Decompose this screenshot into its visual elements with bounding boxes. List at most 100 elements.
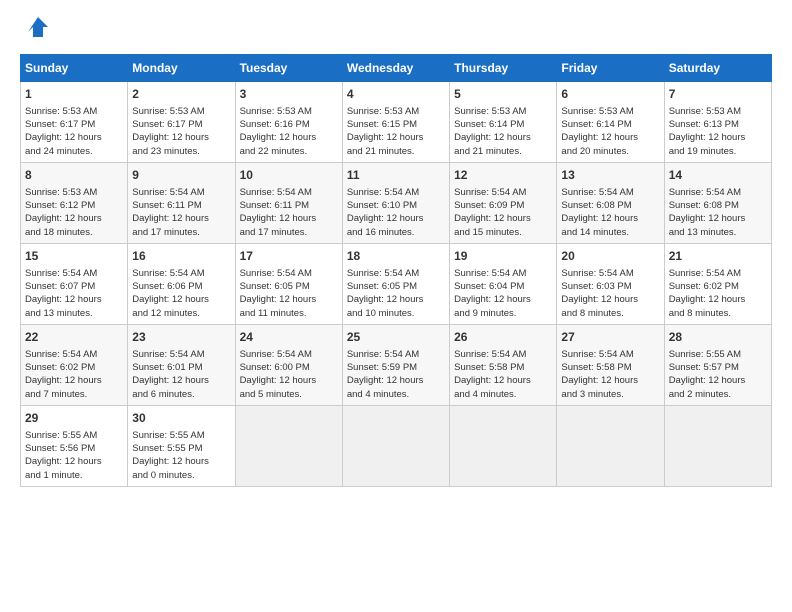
cell-line: Daylight: 12 hours <box>561 293 659 306</box>
calendar-cell <box>235 405 342 486</box>
calendar-week-row: 15Sunrise: 5:54 AMSunset: 6:07 PMDayligh… <box>21 243 772 324</box>
calendar-cell: 13Sunrise: 5:54 AMSunset: 6:08 PMDayligh… <box>557 162 664 243</box>
cell-line: Daylight: 12 hours <box>347 374 445 387</box>
header-day: Wednesday <box>342 55 449 82</box>
cell-line: Sunrise: 5:53 AM <box>561 105 659 118</box>
calendar-cell: 17Sunrise: 5:54 AMSunset: 6:05 PMDayligh… <box>235 243 342 324</box>
cell-line: Daylight: 12 hours <box>240 374 338 387</box>
cell-line: Sunset: 6:11 PM <box>132 199 230 212</box>
cell-line: Sunrise: 5:54 AM <box>240 348 338 361</box>
cell-line: and 13 minutes. <box>25 307 123 320</box>
page: SundayMondayTuesdayWednesdayThursdayFrid… <box>0 0 792 497</box>
day-number: 22 <box>25 329 123 346</box>
cell-line: Sunset: 5:56 PM <box>25 442 123 455</box>
cell-line: and 17 minutes. <box>240 226 338 239</box>
cell-line: Daylight: 12 hours <box>454 212 552 225</box>
cell-line: and 13 minutes. <box>669 226 767 239</box>
day-number: 7 <box>669 86 767 103</box>
cell-line: Sunrise: 5:54 AM <box>561 186 659 199</box>
cell-line: Sunset: 6:17 PM <box>132 118 230 131</box>
cell-line: Daylight: 12 hours <box>669 212 767 225</box>
calendar-cell: 4Sunrise: 5:53 AMSunset: 6:15 PMDaylight… <box>342 82 449 163</box>
day-number: 8 <box>25 167 123 184</box>
cell-line: Sunset: 6:01 PM <box>132 361 230 374</box>
cell-line: and 10 minutes. <box>347 307 445 320</box>
calendar-body: 1Sunrise: 5:53 AMSunset: 6:17 PMDaylight… <box>21 82 772 487</box>
calendar-cell: 5Sunrise: 5:53 AMSunset: 6:14 PMDaylight… <box>450 82 557 163</box>
cell-line: Daylight: 12 hours <box>347 212 445 225</box>
cell-line: Daylight: 12 hours <box>25 131 123 144</box>
calendar-week-row: 29Sunrise: 5:55 AMSunset: 5:56 PMDayligh… <box>21 405 772 486</box>
cell-line: Daylight: 12 hours <box>561 374 659 387</box>
cell-line: Daylight: 12 hours <box>561 212 659 225</box>
cell-line: and 9 minutes. <box>454 307 552 320</box>
cell-line: and 21 minutes. <box>454 145 552 158</box>
cell-line: Sunrise: 5:54 AM <box>25 267 123 280</box>
cell-line: and 20 minutes. <box>561 145 659 158</box>
day-number: 4 <box>347 86 445 103</box>
cell-line: Sunset: 6:04 PM <box>454 280 552 293</box>
cell-line: and 15 minutes. <box>454 226 552 239</box>
cell-line: Sunrise: 5:54 AM <box>347 348 445 361</box>
cell-line: Sunset: 5:58 PM <box>561 361 659 374</box>
cell-line: Daylight: 12 hours <box>240 131 338 144</box>
cell-line: Sunrise: 5:54 AM <box>132 348 230 361</box>
calendar-cell: 7Sunrise: 5:53 AMSunset: 6:13 PMDaylight… <box>664 82 771 163</box>
header-row: SundayMondayTuesdayWednesdayThursdayFrid… <box>21 55 772 82</box>
calendar-cell: 9 Sunrise: 5:54 AMSunset: 6:11 PMDaylight… <box>128 162 235 243</box>
calendar-cell: 29Sunrise: 5:55 AMSunset: 5:56 PMDayligh… <box>21 405 128 486</box>
day-number: 25 <box>347 329 445 346</box>
cell-line: Daylight: 12 hours <box>132 374 230 387</box>
cell-line: Daylight: 12 hours <box>132 212 230 225</box>
cell-line: Sunset: 6:14 PM <box>561 118 659 131</box>
calendar-cell: 23Sunrise: 5:54 AMSunset: 6:01 PMDayligh… <box>128 324 235 405</box>
day-number: 17 <box>240 248 338 265</box>
cell-line: Daylight: 12 hours <box>669 131 767 144</box>
cell-line: Daylight: 12 hours <box>669 374 767 387</box>
cell-line: and 17 minutes. <box>132 226 230 239</box>
calendar-cell: 6Sunrise: 5:53 AMSunset: 6:14 PMDaylight… <box>557 82 664 163</box>
day-number: 15 <box>25 248 123 265</box>
cell-line: Sunrise: 5:54 AM <box>347 186 445 199</box>
cell-line: Sunrise: 5:54 AM <box>454 348 552 361</box>
calendar-cell: 16Sunrise: 5:54 AMSunset: 6:06 PMDayligh… <box>128 243 235 324</box>
cell-line: Daylight: 12 hours <box>25 212 123 225</box>
cell-line: Sunrise: 5:53 AM <box>240 105 338 118</box>
calendar-cell: 25Sunrise: 5:54 AMSunset: 5:59 PMDayligh… <box>342 324 449 405</box>
day-number: 10 <box>240 167 338 184</box>
calendar-cell: 15Sunrise: 5:54 AMSunset: 6:07 PMDayligh… <box>21 243 128 324</box>
calendar-cell: 11Sunrise: 5:54 AMSunset: 6:10 PMDayligh… <box>342 162 449 243</box>
cell-line: Sunset: 6:03 PM <box>561 280 659 293</box>
cell-line: Sunset: 6:09 PM <box>454 199 552 212</box>
cell-line: Daylight: 12 hours <box>25 293 123 306</box>
cell-line: Sunrise: 5:53 AM <box>132 105 230 118</box>
cell-line: Daylight: 12 hours <box>347 131 445 144</box>
header-day: Friday <box>557 55 664 82</box>
day-number: 26 <box>454 329 552 346</box>
day-number: 24 <box>240 329 338 346</box>
cell-line: and 23 minutes. <box>132 145 230 158</box>
cell-line: and 0 minutes. <box>132 469 230 482</box>
cell-line: Sunset: 5:58 PM <box>454 361 552 374</box>
cell-line: Sunrise: 5:54 AM <box>240 267 338 280</box>
header-day: Thursday <box>450 55 557 82</box>
cell-line: Sunset: 5:57 PM <box>669 361 767 374</box>
header-day: Sunday <box>21 55 128 82</box>
calendar-cell: 3Sunrise: 5:53 AMSunset: 6:16 PMDaylight… <box>235 82 342 163</box>
cell-line: Sunrise: 5:54 AM <box>454 267 552 280</box>
cell-line: Sunset: 6:17 PM <box>25 118 123 131</box>
day-number: 9 <box>132 167 230 184</box>
day-number: 5 <box>454 86 552 103</box>
cell-line: Daylight: 12 hours <box>25 455 123 468</box>
cell-line: and 18 minutes. <box>25 226 123 239</box>
cell-line: Sunset: 6:05 PM <box>347 280 445 293</box>
day-number: 11 <box>347 167 445 184</box>
day-number: 27 <box>561 329 659 346</box>
calendar-cell: 12Sunrise: 5:54 AMSunset: 6:09 PMDayligh… <box>450 162 557 243</box>
calendar-cell: 21Sunrise: 5:54 AMSunset: 6:02 PMDayligh… <box>664 243 771 324</box>
cell-line: and 21 minutes. <box>347 145 445 158</box>
cell-line: Sunrise: 5:54 AM <box>561 267 659 280</box>
cell-line: Sunrise: 5:54 AM <box>240 186 338 199</box>
cell-line: Sunrise: 5:54 AM <box>132 186 230 199</box>
cell-line: and 2 minutes. <box>669 388 767 401</box>
